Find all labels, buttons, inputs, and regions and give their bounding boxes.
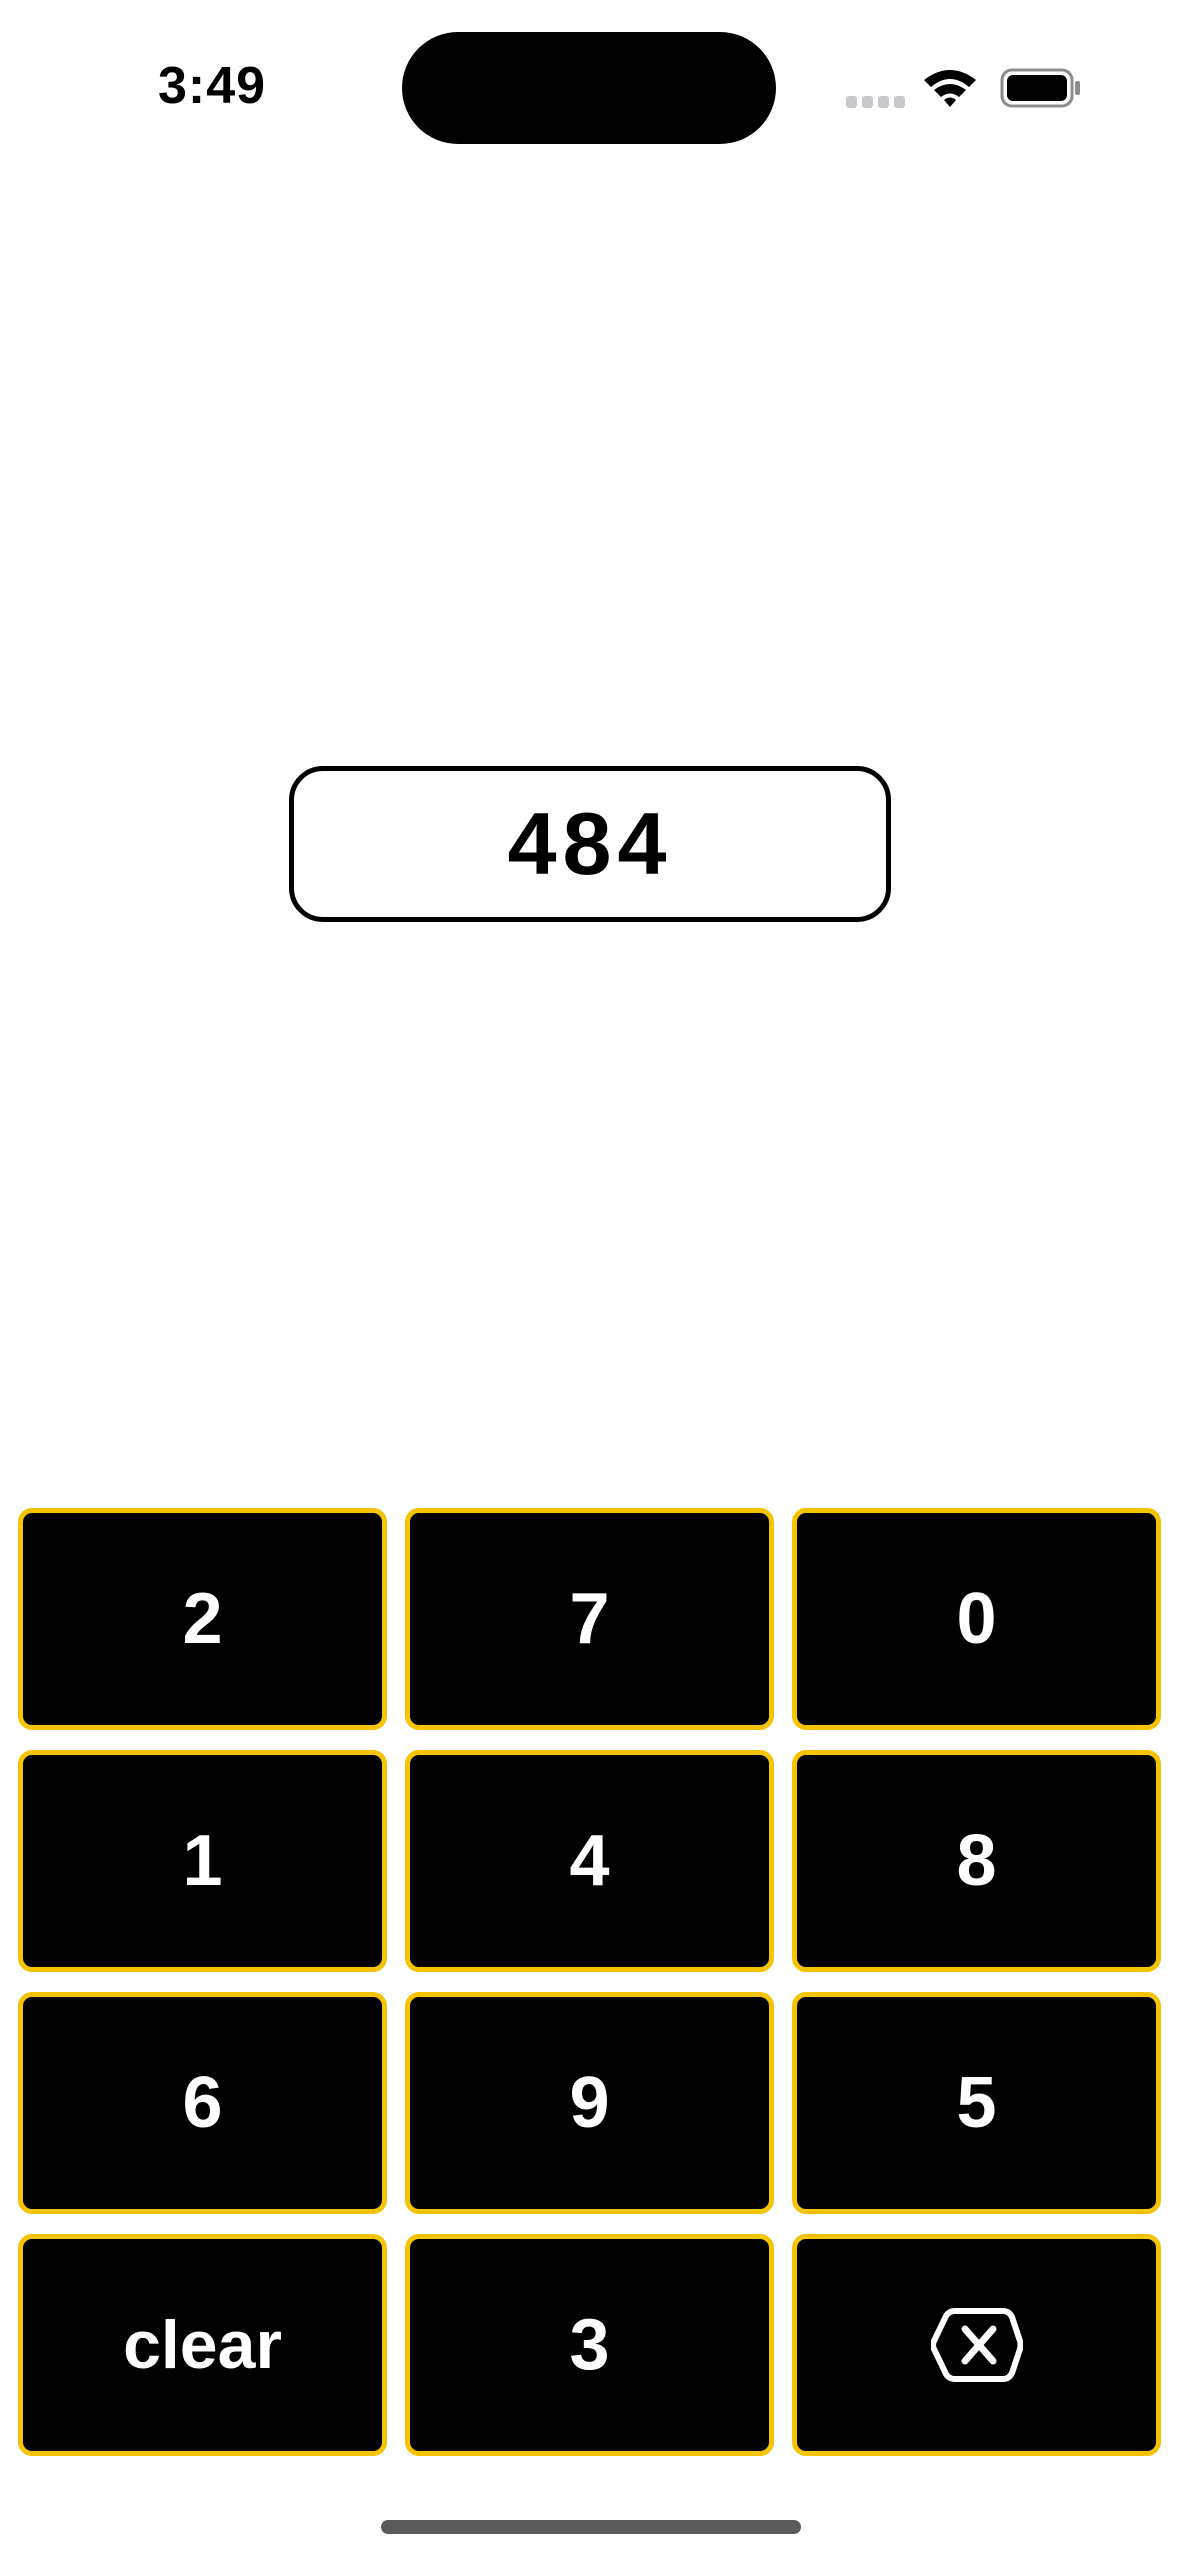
key-label: 7: [569, 1579, 610, 1659]
key-label: 1: [182, 1821, 223, 1901]
delete-button[interactable]: [792, 2234, 1161, 2456]
delete-backward-icon: [930, 2307, 1023, 2383]
app-screen: 3:49 484 2 7 0 1 4 8 6 9 5 clear 3: [0, 0, 1179, 2556]
battery-icon: [1000, 68, 1082, 108]
keypad: 2 7 0 1 4 8 6 9 5 clear 3: [18, 1508, 1162, 2456]
key-label: 2: [182, 1579, 223, 1659]
key-3-button[interactable]: 3: [405, 2234, 774, 2456]
key-label: 5: [956, 2063, 997, 2143]
status-time: 3:49: [158, 57, 267, 115]
key-label: 9: [569, 2063, 610, 2143]
key-label: 0: [956, 1579, 997, 1659]
display-value: 484: [507, 794, 673, 893]
key-label: 6: [182, 2063, 223, 2143]
key-8-button[interactable]: 8: [792, 1750, 1161, 1972]
wifi-icon: [922, 66, 978, 110]
key-4-button[interactable]: 4: [405, 1750, 774, 1972]
key-2-button[interactable]: 2: [18, 1508, 387, 1730]
key-1-button[interactable]: 1: [18, 1750, 387, 1972]
key-label: clear: [123, 2307, 282, 2383]
key-6-button[interactable]: 6: [18, 1992, 387, 2214]
key-label: 3: [569, 2305, 610, 2385]
home-indicator[interactable]: [381, 2520, 801, 2534]
cellular-signal-icon: [846, 96, 906, 108]
number-display: 484: [289, 766, 891, 922]
key-label: 4: [569, 1821, 610, 1901]
key-7-button[interactable]: 7: [405, 1508, 774, 1730]
key-0-button[interactable]: 0: [792, 1508, 1161, 1730]
key-9-button[interactable]: 9: [405, 1992, 774, 2214]
key-label: 8: [956, 1821, 997, 1901]
key-5-button[interactable]: 5: [792, 1992, 1161, 2214]
dynamic-island: [402, 32, 776, 144]
clear-button[interactable]: clear: [18, 2234, 387, 2456]
